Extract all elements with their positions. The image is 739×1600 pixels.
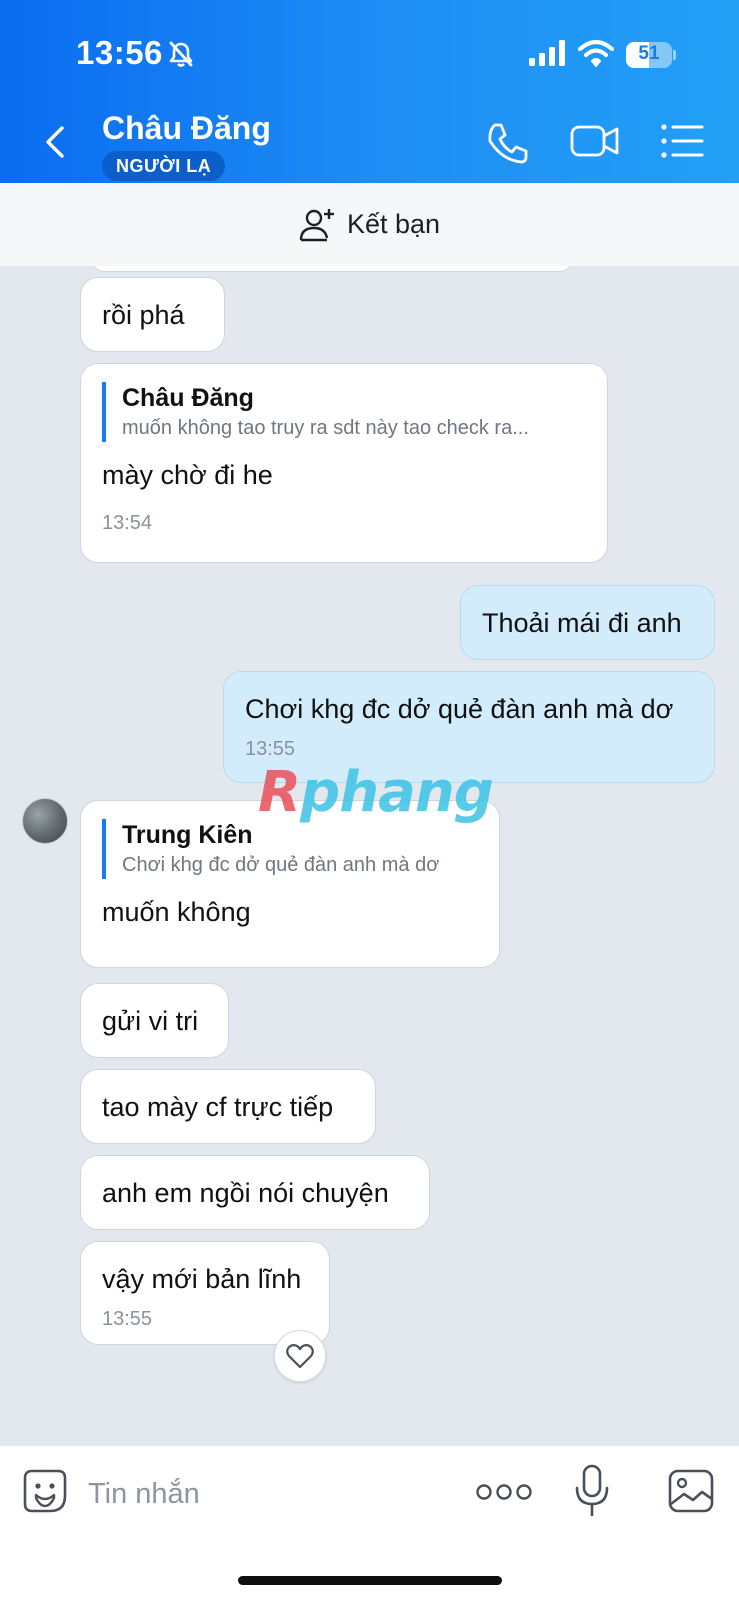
more-dots-icon[interactable] bbox=[476, 1482, 532, 1502]
signal-icon bbox=[529, 40, 565, 66]
battery-indicator: 51 bbox=[626, 42, 676, 68]
quoted-message[interactable]: Châu Đăng muốn không tao truy ra sdt này… bbox=[102, 382, 586, 442]
battery-level: 51 bbox=[638, 43, 660, 64]
add-user-icon bbox=[299, 208, 334, 241]
phone-icon[interactable] bbox=[486, 121, 530, 165]
message-bubble-reply[interactable]: Châu Đăng muốn không tao truy ra sdt này… bbox=[80, 363, 608, 563]
message-bubble-reply[interactable]: Trung Kiên Chơi khg đc dở quẻ đàn anh mà… bbox=[80, 800, 500, 968]
back-button[interactable] bbox=[38, 120, 74, 164]
microphone-icon[interactable] bbox=[574, 1464, 610, 1518]
list-menu-icon[interactable] bbox=[660, 121, 704, 161]
wifi-icon bbox=[578, 40, 614, 67]
message-bubble[interactable]: gửi vi tri bbox=[80, 983, 229, 1058]
message-time: 13:54 bbox=[102, 512, 153, 534]
message-bubble[interactable]: vậy mới bản lĩnh 13:55 bbox=[80, 1241, 330, 1345]
watermark-logo: Rphang bbox=[258, 760, 494, 825]
quoted-text: muốn không tao truy ra sdt này tao check… bbox=[122, 417, 529, 439]
status-time: 13:56 bbox=[76, 34, 163, 71]
home-indicator[interactable] bbox=[238, 1576, 502, 1585]
add-friend-label: Kết bạn bbox=[346, 209, 441, 239]
previous-message-edge bbox=[92, 266, 572, 272]
react-heart-button[interactable] bbox=[274, 1330, 326, 1382]
quoted-text: Chơi khg đc dở quẻ đàn anh mà dơ bbox=[122, 854, 440, 876]
stranger-badge: NGƯỜI LẠ bbox=[102, 151, 226, 181]
add-friend-button[interactable]: Kết bạn bbox=[0, 183, 739, 266]
message-bubble-outgoing[interactable]: Thoải mái đi anh bbox=[460, 585, 715, 660]
message-time: 13:55 bbox=[102, 1308, 153, 1330]
sticker-icon[interactable] bbox=[22, 1468, 68, 1514]
message-bubble[interactable]: anh em ngồi nói chuyện bbox=[80, 1155, 430, 1230]
message-input[interactable] bbox=[88, 1474, 448, 1514]
contact-name[interactable]: Châu Đăng bbox=[102, 110, 271, 147]
image-icon[interactable] bbox=[667, 1468, 715, 1514]
chat-header: 13:56 51 Châu Đăng NGƯỜI LẠ bbox=[0, 0, 739, 183]
avatar[interactable] bbox=[22, 798, 68, 844]
message-bubble[interactable]: rồi phá bbox=[80, 277, 225, 352]
bell-muted-icon bbox=[169, 41, 193, 67]
quoted-message[interactable]: Trung Kiên Chơi khg đc dở quẻ đàn anh mà… bbox=[102, 819, 478, 879]
message-text: mày chờ đi he bbox=[102, 460, 273, 490]
message-text: muốn không bbox=[102, 897, 251, 927]
heart-icon bbox=[286, 1344, 314, 1369]
message-bubble[interactable]: tao mày cf trực tiếp bbox=[80, 1069, 376, 1144]
message-composer bbox=[0, 1446, 739, 1600]
video-camera-icon[interactable] bbox=[570, 121, 620, 161]
quoted-author: Châu Đăng bbox=[122, 384, 254, 412]
message-list[interactable]: rồi phá Châu Đăng muốn không tao truy ra… bbox=[0, 266, 739, 1446]
